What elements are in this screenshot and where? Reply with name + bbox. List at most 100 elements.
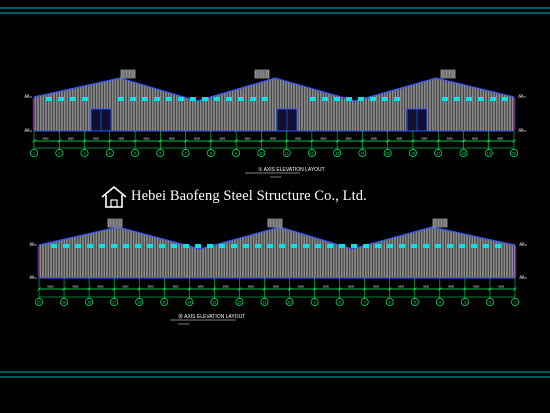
window — [454, 97, 460, 101]
dimension-value: 6000 — [422, 137, 428, 141]
window — [310, 97, 316, 101]
bottom-caption: ⑳ AXIS ELEVATION LAYOUT — [178, 313, 245, 320]
axis-label: 10 — [288, 300, 292, 304]
dimension-value: 6000 — [321, 137, 327, 141]
dimension-value: 6000 — [295, 137, 301, 141]
window — [423, 244, 429, 248]
cad-drawing-canvas: 6000 1 6000 2 6000 3 6000 4 6000 5 6000 6 6000 7 6000 8… — [0, 7, 550, 378]
window — [334, 97, 340, 101]
window — [363, 244, 369, 248]
window — [447, 244, 453, 248]
axis-label: 8 — [339, 300, 341, 304]
window — [63, 244, 69, 248]
dimension-value: 6000 — [123, 285, 129, 289]
window — [394, 97, 400, 101]
axis-label: 17 — [112, 300, 116, 304]
dimension-value: 6000 — [498, 285, 504, 289]
dimension-value: 6000 — [93, 137, 99, 141]
dimension-value: 6000 — [398, 285, 404, 289]
window — [411, 244, 417, 248]
window — [459, 244, 465, 248]
top-elevation: 6000 1 6000 2 6000 3 6000 4 6000 5 6000 6 6000 7 6000 8… — [24, 69, 526, 157]
window — [490, 97, 496, 101]
window — [267, 244, 273, 248]
window — [303, 244, 309, 248]
axis-label: 1 — [33, 151, 35, 155]
dimension-value: 6000 — [198, 285, 204, 289]
window — [358, 97, 364, 101]
window — [202, 97, 208, 101]
window — [87, 244, 93, 248]
top-caption-sub: ▭▭▭▭ — [270, 175, 282, 179]
axis-label: 12 — [237, 300, 241, 304]
dimension-value: 6000 — [273, 285, 279, 289]
wall-cladding — [39, 227, 515, 278]
window — [370, 97, 376, 101]
window — [291, 244, 297, 248]
window — [118, 97, 124, 101]
dimension-value: 6000 — [270, 137, 276, 141]
window — [51, 244, 57, 248]
axis-label: 5 — [414, 300, 416, 304]
window — [46, 97, 52, 101]
window — [207, 244, 213, 248]
window — [502, 97, 508, 101]
dimension-value: 6000 — [219, 137, 225, 141]
axis-label: 15 — [386, 151, 390, 155]
dimension-value: 6000 — [396, 137, 402, 141]
window — [327, 244, 333, 248]
axis-label: 11 — [285, 151, 289, 155]
window — [387, 244, 393, 248]
axis-label: 9 — [314, 300, 316, 304]
window — [75, 244, 81, 248]
axis-label: 5 — [134, 151, 136, 155]
window — [255, 244, 261, 248]
dimension-value: 6000 — [173, 285, 179, 289]
window — [238, 97, 244, 101]
top-caption: ① AXIS ELEVATION LAYOUT — [258, 167, 325, 173]
dimension-value: 6000 — [448, 285, 454, 289]
window — [315, 244, 321, 248]
axis-label: 20 — [37, 300, 41, 304]
axis-label: 2 — [489, 300, 491, 304]
window — [435, 244, 441, 248]
axis-label: 16 — [137, 300, 141, 304]
window — [339, 244, 345, 248]
window — [466, 97, 472, 101]
window — [219, 244, 225, 248]
dimension-value: 6000 — [169, 137, 175, 141]
window — [375, 244, 381, 248]
window — [346, 97, 352, 101]
dimension-value: 6000 — [447, 137, 453, 141]
window — [82, 97, 88, 101]
axis-label: 12 — [310, 151, 314, 155]
dimension-value: 6000 — [346, 137, 352, 141]
axis-label: 3 — [464, 300, 466, 304]
axis-label: 20 — [512, 151, 516, 155]
dimension-value: 6000 — [48, 285, 54, 289]
window — [195, 244, 201, 248]
window — [262, 97, 268, 101]
window — [123, 244, 129, 248]
axis-label: 13 — [335, 151, 339, 155]
window — [399, 244, 405, 248]
window — [166, 97, 172, 101]
dimension-value: 6000 — [144, 137, 150, 141]
window — [171, 244, 177, 248]
bottom-elevation: 6000206000196000186000176000166000156000… — [29, 218, 527, 306]
axis-label: 3 — [84, 151, 86, 155]
dimension-value: 6000 — [473, 285, 479, 289]
dimension-value: 6000 — [245, 137, 251, 141]
window — [478, 97, 484, 101]
window — [226, 97, 232, 101]
window — [159, 244, 165, 248]
axis-label: 19 — [487, 151, 491, 155]
dimension-value: 6000 — [98, 285, 104, 289]
window — [111, 244, 117, 248]
dimension-value: 6000 — [323, 285, 329, 289]
dimension-value: 6000 — [373, 285, 379, 289]
bottom-caption-sub: ▭▭▭▭ — [178, 322, 190, 326]
window — [382, 97, 388, 101]
dimension-value: 6000 — [423, 285, 429, 289]
dimension-value: 6000 — [68, 137, 74, 141]
